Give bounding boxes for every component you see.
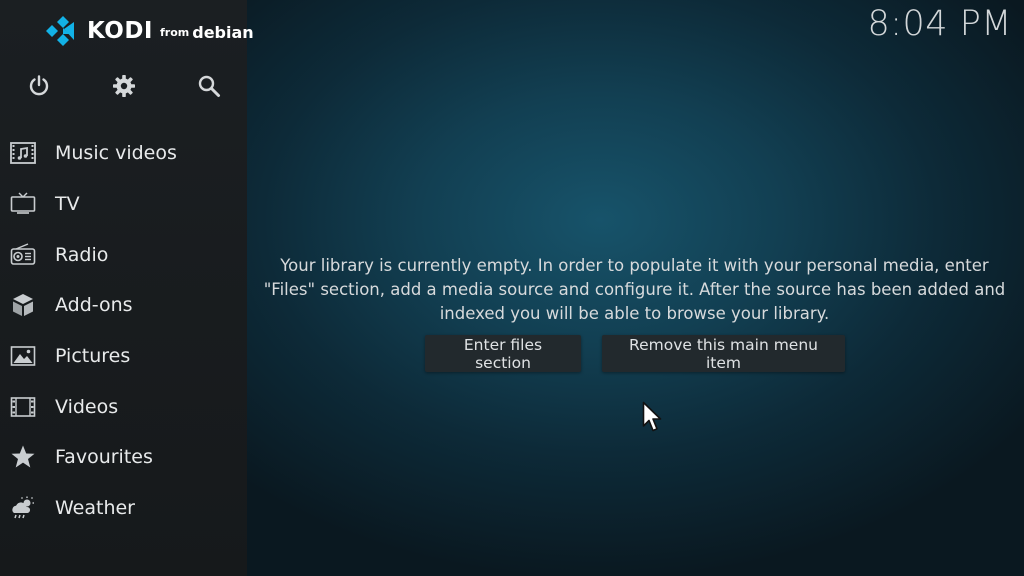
kodi-logo: KODI from debian: [46, 14, 254, 48]
menu-item-label: Radio: [55, 243, 109, 266]
settings-button[interactable]: [109, 71, 139, 101]
power-button[interactable]: [24, 71, 54, 101]
logo-from-text: from: [160, 26, 190, 39]
settings-icon: [113, 75, 135, 97]
weather-icon: [9, 494, 37, 522]
empty-library-message: Your library is currently empty. In orde…: [263, 256, 1006, 323]
menu-item-label: Music videos: [55, 142, 177, 165]
clock: 8:04 PM: [867, 4, 1012, 44]
menu-item-videos[interactable]: Videos: [0, 381, 247, 432]
menu-item-music-videos[interactable]: Music videos: [0, 128, 247, 179]
menu-item-tv[interactable]: TV: [0, 179, 247, 230]
remove-menu-item-button[interactable]: Remove this main menu item: [602, 335, 845, 372]
menu-item-pictures[interactable]: Pictures: [0, 331, 247, 382]
menu-item-label: Favourites: [55, 446, 153, 469]
main-menu: Music videos TV Radio Add-ons Pictures V…: [0, 128, 247, 534]
menu-item-weather[interactable]: Weather: [0, 483, 247, 534]
enter-files-section-button[interactable]: Enter files section: [425, 335, 581, 372]
power-icon: [29, 75, 49, 96]
menu-item-label: TV: [55, 193, 80, 216]
menu-item-addons[interactable]: Add-ons: [0, 280, 247, 331]
radio-icon: [9, 241, 37, 269]
menu-item-radio[interactable]: Radio: [0, 229, 247, 280]
sidebar: KODI from debian Music videos TV Radio A…: [0, 0, 254, 576]
menu-item-label: Add-ons: [55, 294, 133, 317]
search-button[interactable]: [194, 71, 224, 101]
kodi-logo-icon: [46, 16, 74, 46]
videos-icon: [9, 393, 37, 421]
menu-item-label: Pictures: [55, 345, 131, 368]
kodi-home-screen: KODI from debian Music videos TV Radio A…: [0, 0, 1024, 576]
star-icon: [9, 443, 37, 471]
mouse-cursor-icon: [642, 401, 662, 432]
addons-icon: [9, 291, 37, 319]
tv-icon: [9, 190, 37, 218]
logo-wordmark: KODI: [87, 18, 153, 44]
search-icon: [198, 75, 220, 97]
pictures-icon: [9, 342, 37, 370]
logo-distro-text: debian: [192, 22, 254, 42]
music-videos-icon: [9, 139, 37, 167]
menu-item-label: Videos: [55, 395, 119, 418]
menu-item-label: Weather: [55, 497, 135, 520]
menu-item-favourites[interactable]: Favourites: [0, 432, 247, 483]
